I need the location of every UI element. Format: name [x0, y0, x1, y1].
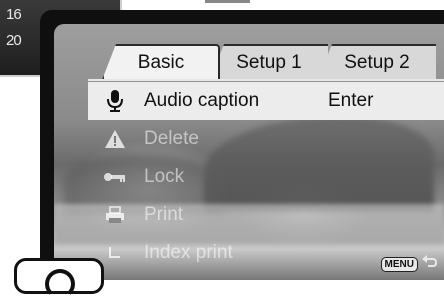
tab-divider — [88, 79, 444, 81]
tab-setup-2[interactable]: Setup 2 — [318, 44, 436, 80]
menu-item-label: Delete — [144, 128, 199, 149]
menu-item-audio-caption[interactable]: Audio caption Enter — [88, 82, 444, 120]
tab-setup-1-label: Setup 1 — [236, 52, 302, 73]
tab-basic[interactable]: Basic — [102, 44, 220, 80]
tab-setup-1[interactable]: Setup 1 — [210, 44, 328, 80]
camera-menu-screen: Setup 2 Setup 1 Basic Audio caption Ente… — [40, 10, 444, 280]
key-icon — [98, 164, 132, 190]
return-arrow-icon — [422, 255, 438, 274]
printer-icon — [98, 202, 132, 228]
background-number-1: 16 — [6, 6, 22, 23]
menu-item-label: Index print — [144, 242, 233, 263]
menu-return-hint[interactable]: MENU — [380, 255, 438, 274]
menu-item-value: Enter — [328, 90, 374, 111]
tab-setup-2-label: Setup 2 — [344, 52, 410, 73]
background-number-2: 20 — [6, 32, 22, 49]
menu-item-delete[interactable]: Delete — [88, 120, 444, 158]
button-ring-icon — [45, 269, 75, 299]
menu-item-print[interactable]: Print — [88, 196, 444, 234]
menu-key-label: MENU — [380, 257, 418, 272]
background-top-marks — [205, 0, 250, 3]
camera-control-button — [14, 258, 104, 299]
menu-item-label: Print — [144, 204, 184, 225]
menu-item-label: Audio caption — [144, 90, 260, 111]
warning-triangle-icon — [98, 126, 132, 152]
tab-basic-label: Basic — [137, 52, 185, 73]
microphone-icon — [98, 88, 132, 114]
sub-item-corner-icon — [98, 240, 132, 266]
menu-background-photo: Setup 2 Setup 1 Basic Audio caption Ente… — [54, 24, 444, 280]
menu-item-lock[interactable]: Lock — [88, 158, 444, 196]
menu-item-label: Lock — [144, 166, 185, 187]
